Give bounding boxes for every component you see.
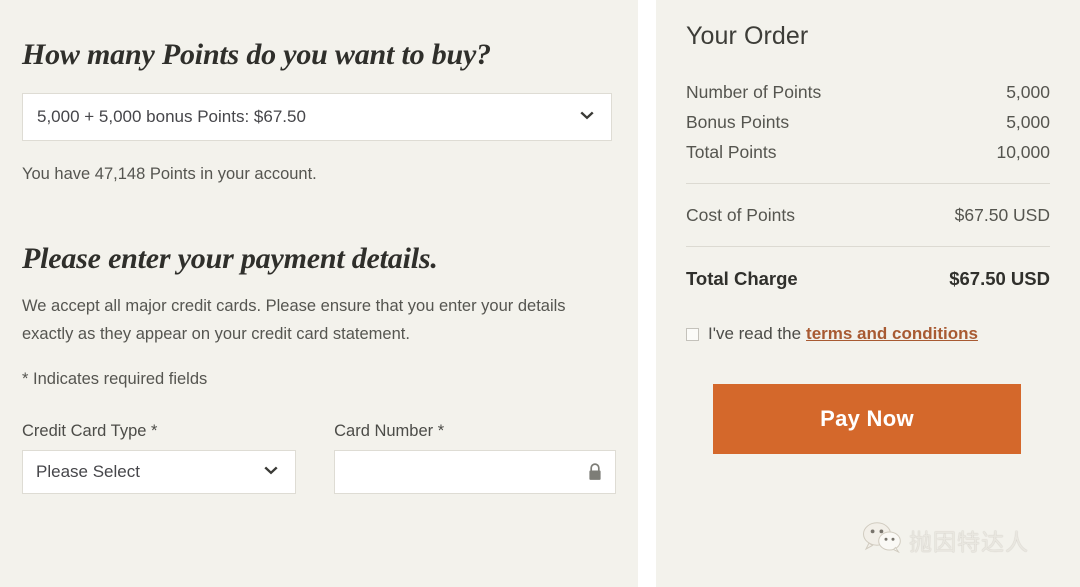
summary-value: 10,000 (996, 141, 1050, 162)
summary-value: 5,000 (1006, 111, 1050, 132)
account-balance-text: You have 47,148 Points in your account. (22, 164, 317, 183)
summary-row-number-of-points: Number of Points 5,000 (686, 77, 1050, 107)
checkout-page: How many Points do you want to buy? 5,00… (0, 0, 1080, 587)
purchase-form-panel: How many Points do you want to buy? 5,00… (0, 0, 638, 587)
order-summary-title: Your Order (686, 22, 809, 50)
summary-value: $67.50 USD (954, 204, 1050, 225)
chevron-down-icon (577, 107, 597, 127)
summary-label: Total Points (686, 141, 777, 162)
terms-checkbox[interactable] (686, 327, 699, 341)
summary-row-bonus-points: Bonus Points 5,000 (686, 107, 1050, 137)
points-package-selected-value: 5,000 + 5,000 bonus Points: $67.50 (37, 106, 306, 126)
required-fields-note: * Indicates required fields (22, 370, 208, 389)
card-fields-row: Credit Card Type * Please Select Card Nu… (22, 422, 616, 494)
terms-and-conditions-link[interactable]: terms and conditions (806, 324, 978, 344)
credit-card-type-select[interactable]: Please Select (22, 449, 297, 494)
summary-label: Number of Points (686, 81, 822, 102)
order-summary-panel: Your Order Number of Points 5,000 Bonus … (656, 0, 1080, 587)
payment-instructions-text: We accept all major credit cards. Please… (22, 297, 566, 344)
summary-row-cost-of-points: Cost of Points $67.50 USD (686, 200, 1050, 230)
panel-gutter (638, 0, 656, 587)
credit-card-type-value: Please Select (36, 461, 140, 481)
summary-divider-top (686, 183, 1050, 184)
card-number-input-wrap[interactable] (334, 449, 616, 494)
summary-value: 5,000 (1006, 81, 1050, 102)
lock-icon (587, 462, 603, 481)
payment-details-heading: Please enter your payment details. (22, 241, 438, 275)
card-number-label: Card Number * (334, 421, 445, 440)
pay-now-button[interactable]: Pay Now (713, 384, 1021, 454)
summary-label: Bonus Points (686, 111, 790, 132)
card-number-field: Card Number * (334, 422, 616, 494)
summary-row-total-points: Total Points 10,000 (686, 137, 1050, 167)
terms-acceptance-row: I've read the terms and conditions (686, 324, 1050, 344)
summary-row-total-charge: Total Charge $67.50 USD (686, 263, 1050, 294)
chevron-down-icon (261, 462, 281, 482)
terms-prefix-text: I've read the (708, 324, 802, 343)
summary-divider-bottom (686, 246, 1050, 247)
summary-label: Cost of Points (686, 204, 795, 225)
points-package-select[interactable]: 5,000 + 5,000 bonus Points: $67.50 (22, 92, 612, 141)
points-question-heading: How many Points do you want to buy? (22, 38, 491, 71)
total-charge-value: $67.50 USD (949, 267, 1050, 289)
payment-details-section: Please enter your payment details. We ac… (22, 242, 616, 494)
total-charge-label: Total Charge (686, 267, 798, 289)
credit-card-type-field: Credit Card Type * Please Select (22, 421, 297, 494)
credit-card-type-label: Credit Card Type * (22, 421, 158, 440)
